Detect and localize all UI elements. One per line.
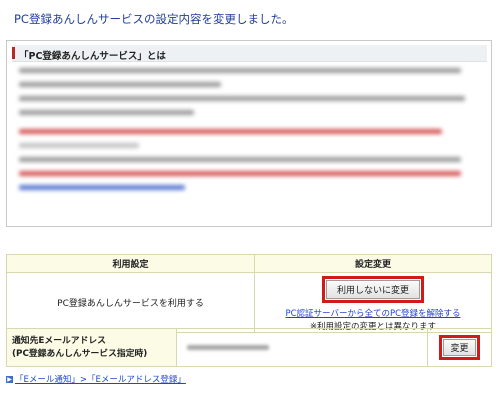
info-heading: 「PC登録あんしんサービス」とは <box>19 51 166 62</box>
info-heading-bar: 「PC登録あんしんサービス」とは <box>12 45 487 62</box>
arrow-right-icon: ▶ <box>6 375 13 383</box>
email-registration-link[interactable]: 「Eメール通知」>「Eメールアドレス登録」 <box>15 375 186 385</box>
email-registration-link-row: ▶ 「Eメール通知」>「Eメールアドレス登録」 <box>6 373 186 385</box>
page-title: PC登録あんしんサービスの設定内容を変更しました。 <box>14 12 294 26</box>
mail-label: 通知先Eメールアドレス (PC登録あんしんサービス指定時) <box>6 328 177 367</box>
header-usage-setting: 利用設定 <box>6 254 255 273</box>
blurred-description <box>19 68 479 199</box>
settings-table: 利用設定 設定変更 PC登録あんしんサービスを利用する 利用しないに変更 PC認… <box>6 254 492 333</box>
usage-action-cell: 利用しないに変更 PC認証サーバーから全てのPC登録を解除する ※利用設定の変更… <box>254 272 492 333</box>
header-change-setting: 設定変更 <box>254 254 492 273</box>
mail-action-cell: 変更 <box>427 328 492 367</box>
change-button-highlight: 利用しないに変更 <box>321 276 424 303</box>
mail-label-line1: 通知先Eメールアドレス <box>12 335 106 346</box>
mail-table: 通知先Eメールアドレス (PC登録あんしんサービス指定時) 変更 <box>6 328 492 367</box>
mail-address-value <box>176 328 428 367</box>
usage-status-label: PC登録あんしんサービスを利用する <box>6 272 255 333</box>
mail-label-line2: (PC登録あんしんサービス指定時) <box>12 348 148 359</box>
mail-change-button[interactable]: 変更 <box>443 339 476 356</box>
release-all-pc-link[interactable]: PC認証サーバーから全てのPC登録を解除する <box>255 307 491 319</box>
blurred-email <box>187 345 269 350</box>
heading-accent-bar <box>12 47 15 59</box>
info-box: 「PC登録あんしんサービス」とは <box>6 40 492 227</box>
disable-service-button[interactable]: 利用しないに変更 <box>325 280 420 299</box>
mail-change-highlight: 変更 <box>439 335 480 360</box>
